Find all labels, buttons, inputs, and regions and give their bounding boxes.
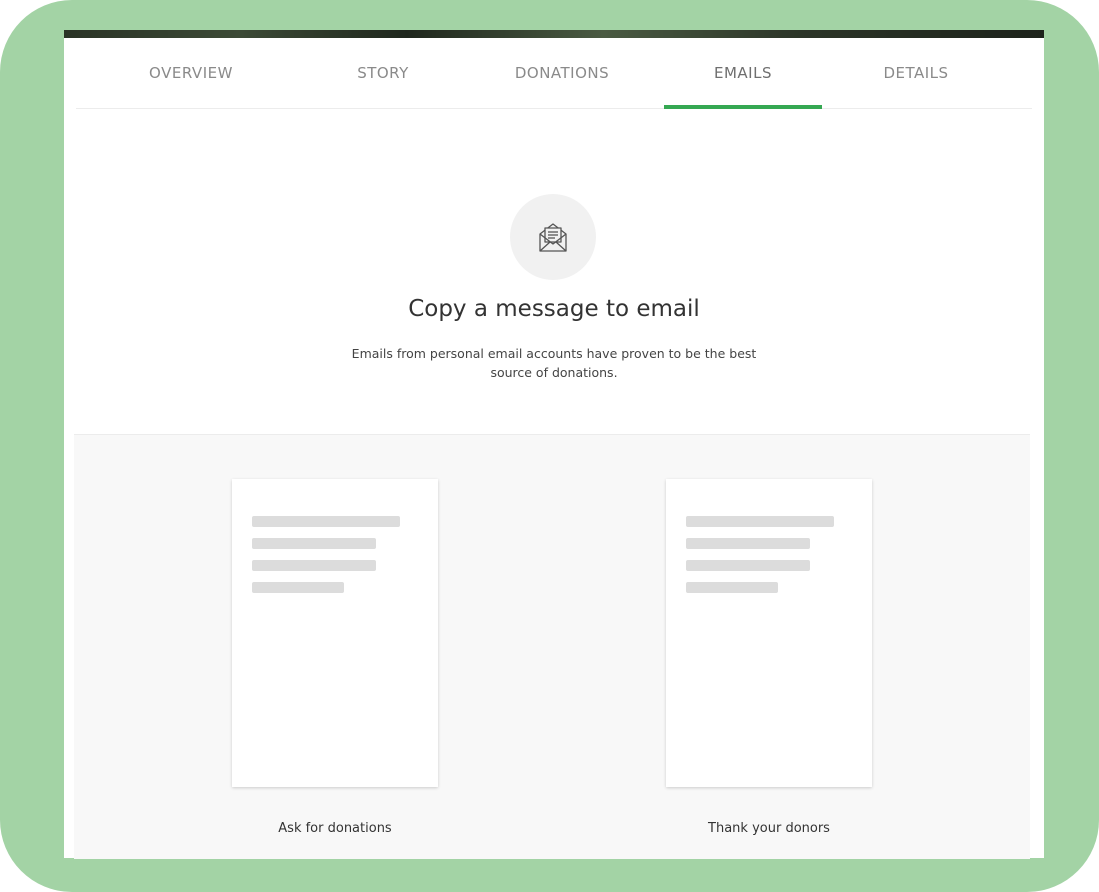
template-label[interactable]: Ask for donations — [232, 821, 438, 836]
tab-label: STORY — [357, 64, 409, 82]
tab-label: OVERVIEW — [149, 64, 233, 82]
tab-label: DETAILS — [883, 64, 949, 82]
placeholder-line — [686, 582, 778, 593]
tab-bar: OVERVIEW STORY DONATIONS EMAILS DETAILS — [76, 38, 1032, 109]
tab-emails[interactable]: EMAILS — [664, 38, 822, 109]
tab-overview[interactable]: OVERVIEW — [126, 38, 256, 108]
template-label[interactable]: Thank your donors — [666, 821, 872, 836]
tab-story[interactable]: STORY — [328, 38, 438, 108]
placeholder-line — [252, 582, 344, 593]
placeholder-line — [686, 538, 810, 549]
placeholder-line — [252, 538, 376, 549]
placeholder-line — [252, 560, 376, 571]
email-templates-panel: Ask for donations Thank your donors — [74, 434, 1030, 859]
page-title: Copy a message to email — [408, 296, 700, 322]
template-thank-your-donors[interactable]: Thank your donors — [666, 479, 872, 836]
tab-details[interactable]: DETAILS — [856, 38, 976, 108]
template-preview-card[interactable] — [232, 479, 438, 787]
placeholder-line — [252, 516, 400, 527]
template-preview-card[interactable] — [666, 479, 872, 787]
placeholder-line — [686, 560, 810, 571]
email-icon-badge — [510, 194, 596, 280]
tab-label: EMAILS — [714, 64, 772, 82]
tab-donations[interactable]: DONATIONS — [492, 38, 632, 108]
active-tab-indicator — [664, 105, 822, 109]
page-subtitle: Emails from personal email accounts have… — [351, 346, 757, 380]
envelope-letter-icon — [539, 223, 567, 252]
campaign-page: OVERVIEW STORY DONATIONS EMAILS DETAILS — [64, 38, 1044, 859]
tab-label: DONATIONS — [514, 64, 610, 82]
placeholder-line — [686, 516, 834, 527]
template-ask-for-donations[interactable]: Ask for donations — [232, 479, 438, 836]
